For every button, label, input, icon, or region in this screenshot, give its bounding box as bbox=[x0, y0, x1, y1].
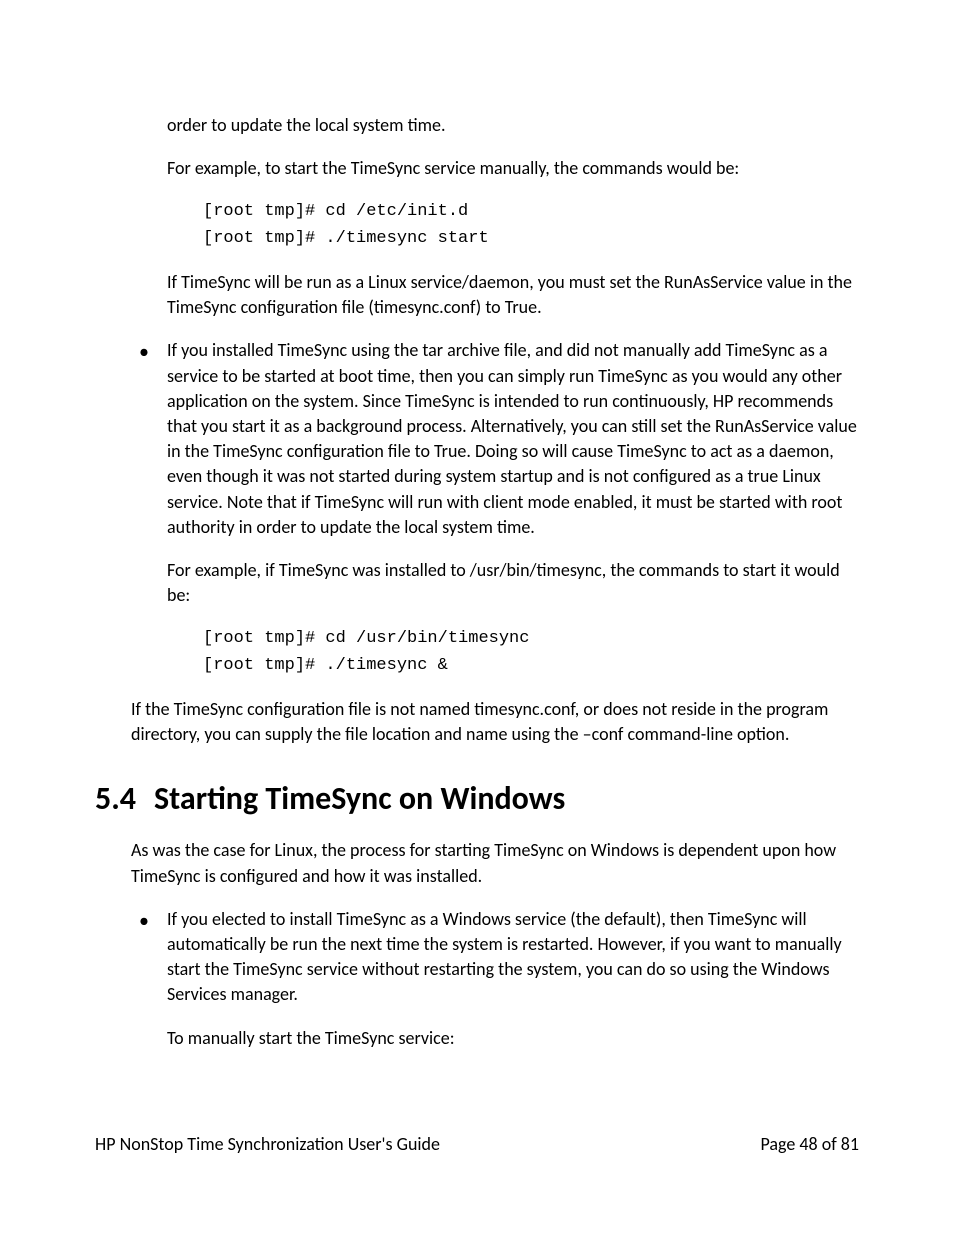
code-line: [root tmp]# cd /etc/init.d bbox=[203, 202, 468, 221]
body-text: If you installed TimeSync using the tar … bbox=[167, 338, 859, 540]
body-text: As was the case for Linux, the process f… bbox=[131, 838, 859, 888]
list-item: If you elected to install TimeSync as a … bbox=[131, 907, 859, 1008]
code-block: [root tmp]# cd /etc/init.d [root tmp]# .… bbox=[203, 199, 859, 252]
footer-title: HP NonStop Time Synchronization User's G… bbox=[95, 1133, 440, 1155]
page-content: order to update the local system time. F… bbox=[0, 0, 954, 1051]
body-text: If TimeSync will be run as a Linux servi… bbox=[167, 270, 859, 320]
body-text: If the TimeSync configuration file is no… bbox=[131, 697, 859, 747]
code-line: [root tmp]# cd /usr/bin/timesync bbox=[203, 629, 529, 648]
body-text: order to update the local system time. bbox=[167, 113, 859, 138]
bullet-list: If you installed TimeSync using the tar … bbox=[131, 338, 859, 540]
section-number: 5.4 bbox=[95, 779, 136, 818]
body-text: For example, to start the TimeSync servi… bbox=[167, 156, 859, 181]
body-text: For example, if TimeSync was installed t… bbox=[167, 558, 859, 608]
section-heading: 5.4 Starting TimeSync on Windows bbox=[95, 779, 859, 818]
code-line: [root tmp]# ./timesync & bbox=[203, 656, 448, 675]
page-footer: HP NonStop Time Synchronization User's G… bbox=[95, 1133, 859, 1155]
code-line: [root tmp]# ./timesync start bbox=[203, 229, 489, 248]
body-text: To manually start the TimeSync service: bbox=[167, 1026, 859, 1051]
footer-page-number: Page 48 of 81 bbox=[761, 1133, 860, 1155]
body-text: If you elected to install TimeSync as a … bbox=[167, 907, 859, 1008]
list-item: If you installed TimeSync using the tar … bbox=[131, 338, 859, 540]
code-block: [root tmp]# cd /usr/bin/timesync [root t… bbox=[203, 626, 859, 679]
bullet-list: If you elected to install TimeSync as a … bbox=[131, 907, 859, 1008]
section-title: Starting TimeSync on Windows bbox=[154, 779, 565, 818]
